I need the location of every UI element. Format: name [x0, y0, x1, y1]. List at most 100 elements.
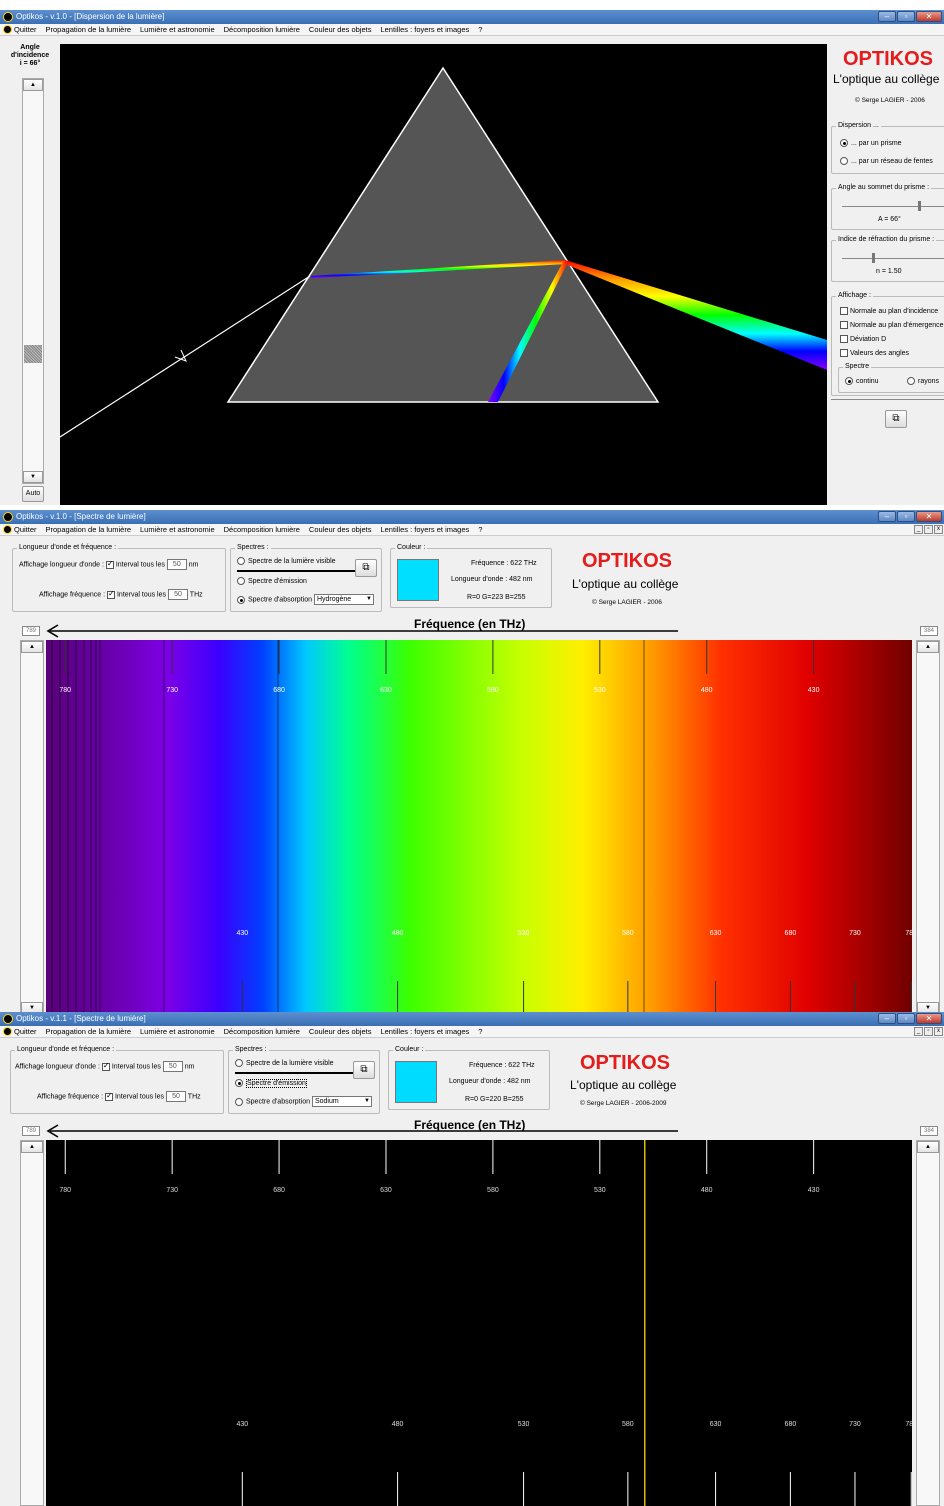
wavelength-interval-input[interactable]: 50 — [162, 1061, 183, 1072]
left-scrollbar[interactable]: ▲ — [20, 1140, 44, 1506]
maximize-button[interactable]: ▫ — [897, 1013, 915, 1024]
element-select[interactable]: Hydrogène — [313, 594, 374, 605]
document-icon[interactable] — [3, 525, 12, 534]
menu-quit[interactable]: Quitter — [14, 525, 37, 534]
right-scrollbar[interactable]: ▲ — [916, 1140, 940, 1506]
index-slider-track[interactable] — [842, 258, 944, 259]
title-bar[interactable]: Optikos - v.1.0 - [Dispersion de la lumi… — [0, 10, 944, 24]
frequency-tick-label: 730 — [166, 687, 178, 694]
minimize-button[interactable]: – — [878, 11, 896, 22]
menu-quit[interactable]: Quitter — [14, 1027, 37, 1036]
frequency-checkbox[interactable] — [106, 589, 115, 599]
auto-button[interactable]: Auto — [22, 486, 44, 502]
scroll-up-arrow[interactable]: ▲ — [23, 79, 43, 91]
menu-decomposition[interactable]: Décomposition lumière — [224, 1027, 300, 1036]
scroll-up-arrow[interactable]: ▲ — [21, 1141, 43, 1153]
menu-astronomy[interactable]: Lumière et astronomie — [140, 1027, 215, 1036]
close-button[interactable]: ✕ — [916, 1013, 942, 1024]
menu-astronomy[interactable]: Lumière et astronomie — [140, 25, 215, 34]
frequency-tick-label: 430 — [808, 1187, 820, 1194]
menu-object-colors[interactable]: Couleur des objets — [309, 525, 372, 534]
copy-button[interactable]: ⧉ — [355, 559, 377, 577]
scroll-thumb[interactable] — [24, 345, 42, 364]
frequency-tick-label: 580 — [487, 687, 499, 694]
scroll-up-arrow[interactable]: ▲ — [917, 641, 939, 653]
scroll-up-arrow[interactable]: ▲ — [917, 1141, 939, 1153]
color-group: Couleur : Fréquence : 622 THz Longueur d… — [388, 1046, 550, 1110]
index-slider-thumb[interactable] — [872, 253, 875, 263]
checkbox-normal-emergence[interactable]: Normale au plan d'émergence — [840, 321, 944, 329]
menu-object-colors[interactable]: Couleur des objets — [309, 25, 372, 34]
menu-help[interactable]: ? — [478, 525, 482, 534]
radio-lines[interactable]: rayons — [907, 377, 939, 385]
apex-angle-group: Angle au sommet du prisme : A = 66° — [831, 184, 944, 230]
menu-decomposition[interactable]: Décomposition lumière — [224, 525, 300, 534]
apex-slider-track[interactable] — [842, 206, 944, 207]
absorption-spectrum[interactable]: 780 730 680 630 580 530 480 430 430 480 530 580 630 6… — [46, 640, 912, 1015]
frequency-interval-input[interactable]: 50 — [165, 1091, 186, 1102]
radio-grating-dot[interactable] — [840, 157, 848, 165]
prism-canvas[interactable] — [59, 44, 827, 505]
menu-propagation[interactable]: Propagation de la lumière — [46, 1027, 131, 1036]
scroll-down-arrow[interactable]: ▼ — [23, 471, 43, 483]
copy-button[interactable]: ⧉ — [353, 1061, 375, 1079]
incidence-scrollbar[interactable]: ▲ ▼ — [22, 78, 44, 484]
dispersion-window: Optikos - v.1.0 - [Dispersion de la lumi… — [0, 10, 944, 505]
copy-button[interactable]: ⧉ — [885, 410, 907, 428]
radio-prism[interactable]: ... par un prisme — [840, 139, 902, 147]
title-bar[interactable]: Optikos - v.1.0 - [Spectre de lumière] –… — [0, 510, 944, 524]
menu-object-colors[interactable]: Couleur des objets — [309, 1027, 372, 1036]
title-bar[interactable]: Optikos - v.1.1 - [Spectre de lumière] –… — [0, 1012, 944, 1026]
menu-decomposition[interactable]: Décomposition lumière — [224, 25, 300, 34]
wavelength-checkbox[interactable] — [101, 1061, 110, 1071]
frequency-checkbox[interactable] — [104, 1091, 113, 1101]
app-icon — [3, 512, 13, 522]
wavelength-tick-label: 430 — [236, 930, 248, 937]
menu-lenses[interactable]: Lentilles : foyers et images — [380, 1027, 469, 1036]
copy-icon: ⧉ — [362, 562, 370, 573]
radio-grating[interactable]: ... par un réseau de fentes — [840, 157, 933, 165]
frequency-row: Affichage fréquence : Interval tous les … — [37, 1091, 201, 1102]
radio-visible-spectrum[interactable]: Spectre de la lumière visible — [237, 557, 336, 565]
scroll-up-arrow[interactable]: ▲ — [21, 641, 43, 653]
maximize-button[interactable]: ▫ — [897, 11, 915, 22]
frequency-tick-label: 530 — [594, 1187, 606, 1194]
checkbox-angle-values[interactable]: Valeurs des angles — [840, 349, 909, 357]
radio-emission-spectrum[interactable]: Spectre d'émission — [235, 1078, 307, 1088]
radio-prism-dot[interactable] — [840, 139, 848, 147]
menu-propagation[interactable]: Propagation de la lumière — [46, 525, 131, 534]
menu-lenses[interactable]: Lentilles : foyers et images — [380, 25, 469, 34]
frequency-tick-label: 780 — [59, 1187, 71, 1194]
checkbox-deviation[interactable]: Déviation D — [840, 335, 886, 343]
menu-help[interactable]: ? — [478, 1027, 482, 1036]
document-icon[interactable] — [3, 25, 12, 34]
minimize-button[interactable]: – — [878, 511, 896, 522]
radio-continuous[interactable]: continu — [845, 377, 879, 385]
radio-absorption-spectrum[interactable]: Spectre d'absorption Hydrogène — [237, 594, 374, 605]
close-button[interactable]: ✕ — [916, 511, 942, 522]
menu-quit[interactable]: Quitter — [14, 25, 37, 34]
emission-spectrum[interactable]: 780 730 680 630 580 530 480 430 430 480 530 580 630 6… — [46, 1140, 912, 1506]
radio-emission-spectrum[interactable]: Spectre d'émission — [237, 577, 307, 585]
menu-propagation[interactable]: Propagation de la lumière — [46, 25, 131, 34]
checkbox-normal-incidence[interactable]: Normale au plan d'incidence — [840, 307, 938, 315]
wavelength-interval-input[interactable]: 50 — [166, 559, 187, 570]
element-select[interactable]: Sodium — [311, 1096, 372, 1107]
radio-visible-spectrum[interactable]: Spectre de la lumière visible — [235, 1059, 334, 1067]
menu-help[interactable]: ? — [478, 25, 482, 34]
minimize-button[interactable]: – — [878, 1013, 896, 1024]
apex-slider-thumb[interactable] — [918, 201, 921, 211]
spectrum-window-emission: Optikos - v.1.1 - [Spectre de lumière] –… — [0, 1012, 944, 1506]
brand-subtitle: L'optique au collège — [570, 1078, 677, 1092]
maximize-button[interactable]: ▫ — [897, 511, 915, 522]
right-scrollbar[interactable]: ▲ ▼ — [916, 640, 940, 1015]
left-scrollbar[interactable]: ▲ ▼ — [20, 640, 44, 1015]
menu-astronomy[interactable]: Lumière et astronomie — [140, 525, 215, 534]
wavelength-checkbox[interactable] — [105, 559, 114, 569]
wavelength-tick-label: 580 — [622, 930, 634, 937]
close-button[interactable]: ✕ — [916, 11, 942, 22]
frequency-interval-input[interactable]: 50 — [167, 589, 188, 600]
menu-lenses[interactable]: Lentilles : foyers et images — [380, 525, 469, 534]
document-icon[interactable] — [3, 1027, 12, 1036]
radio-absorption-spectrum[interactable]: Spectre d'absorption Sodium — [235, 1096, 372, 1107]
